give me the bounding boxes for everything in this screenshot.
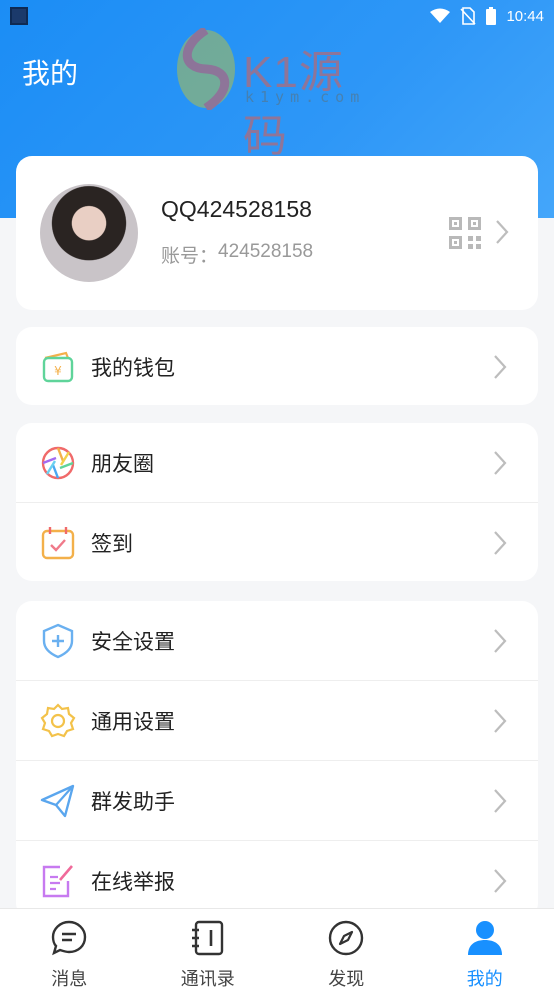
app-notification-icon <box>10 7 28 25</box>
profile-account: 账号： 424528158 <box>161 241 313 268</box>
chevron-right-icon <box>494 628 507 653</box>
menu-item-label: 安全设置 <box>91 629 175 654</box>
chat-icon <box>52 920 87 956</box>
profile-card[interactable]: QQ424528158 账号： 424528158 <box>16 156 538 310</box>
chevron-right-icon <box>494 708 507 733</box>
svg-text:¥: ¥ <box>54 364 62 378</box>
wifi-icon <box>430 8 451 23</box>
menu-item-checkin[interactable]: 签到 <box>16 503 538 581</box>
settings-group: 安全设置 通用设置 群发助手 在线举报 <box>16 601 538 919</box>
tab-label: 我的 <box>466 969 503 990</box>
compass-icon <box>329 920 364 956</box>
menu-item-label: 签到 <box>91 531 133 556</box>
page-title: 我的 <box>22 57 79 90</box>
menu-item-label: 我的钱包 <box>91 355 175 380</box>
bottom-tab-bar: 消息 通讯录 发现 我的 <box>0 908 554 994</box>
tab-discover[interactable]: 发现 <box>277 909 416 994</box>
menu-item-label: 群发助手 <box>91 789 175 814</box>
contacts-icon <box>191 920 223 956</box>
avatar[interactable] <box>40 184 138 282</box>
gear-icon <box>40 702 76 737</box>
calendar-check-icon <box>41 526 75 559</box>
no-sim-icon <box>460 7 477 25</box>
account-label: 账号： <box>161 245 219 267</box>
menu-item-security[interactable]: 安全设置 <box>16 601 538 680</box>
chevron-right-icon <box>494 530 507 555</box>
watermark-logo-icon <box>177 28 235 110</box>
menu-item-label: 朋友圈 <box>91 451 154 476</box>
tab-me[interactable]: 我的 <box>416 909 554 994</box>
menu-item-label: 通用设置 <box>91 709 175 734</box>
tab-label: 发现 <box>328 969 365 990</box>
chevron-right-icon <box>494 788 507 813</box>
menu-item-broadcast[interactable]: 群发助手 <box>16 761 538 840</box>
chevron-right-icon <box>494 868 507 893</box>
menu-item-wallet[interactable]: ¥ 我的钱包 <box>16 327 538 405</box>
menu-item-moments[interactable]: 朋友圈 <box>16 423 538 502</box>
menu-item-general-settings[interactable]: 通用设置 <box>16 681 538 760</box>
social-group: 朋友圈 签到 <box>16 423 538 581</box>
chevron-right-icon <box>496 220 509 244</box>
tab-messages[interactable]: 消息 <box>0 909 139 994</box>
tab-contacts[interactable]: 通讯录 <box>139 909 278 994</box>
status-time: 10:44 <box>506 7 544 25</box>
shield-icon <box>42 623 74 658</box>
person-icon <box>467 921 502 955</box>
account-value: 424528158 <box>218 241 314 262</box>
chevron-right-icon <box>494 354 507 379</box>
qr-code-icon[interactable] <box>448 216 482 250</box>
wallet-icon: ¥ <box>42 351 74 382</box>
moments-icon <box>41 446 75 479</box>
profile-name: QQ424528158 <box>161 196 312 222</box>
tab-label: 消息 <box>51 969 88 990</box>
battery-icon <box>486 7 497 25</box>
menu-item-label: 在线举报 <box>91 869 175 894</box>
watermark-domain: k1ym.com <box>245 88 366 106</box>
tab-label: 通讯录 <box>180 969 235 990</box>
paper-plane-icon <box>40 784 75 817</box>
report-edit-icon <box>42 864 73 897</box>
watermark-logo: K1源码 k1ym.com <box>175 28 385 161</box>
chevron-right-icon <box>494 450 507 475</box>
wallet-group: ¥ 我的钱包 <box>16 327 538 405</box>
